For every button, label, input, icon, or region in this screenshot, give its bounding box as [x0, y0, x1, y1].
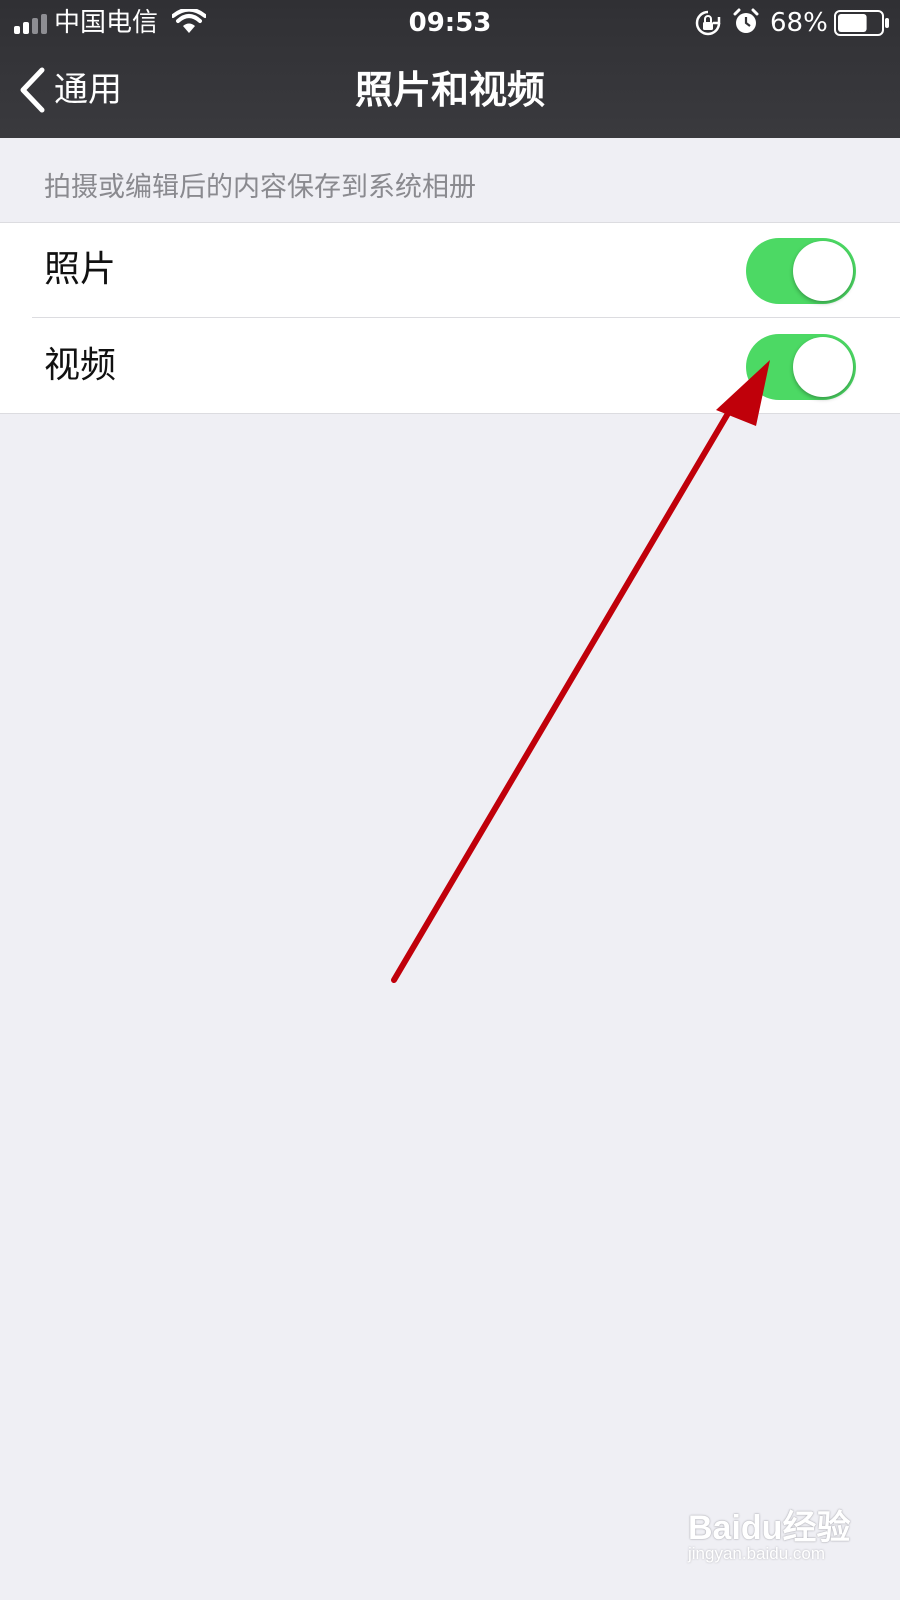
settings-row-photos: 照片: [0, 223, 900, 317]
battery-percent: 68%: [770, 8, 828, 38]
videos-toggle[interactable]: [746, 334, 856, 400]
row-divider: [32, 317, 900, 318]
photos-toggle[interactable]: [746, 238, 856, 304]
status-bar: 中国电信 09:53 68%: [0, 0, 900, 46]
rotation-lock-icon: [695, 10, 721, 36]
navigation-bar: 中国电信 09:53 68% 通用 照片和视频: [0, 0, 900, 138]
settings-group: 照片 视频: [0, 222, 900, 414]
videos-label: 视频: [44, 345, 117, 386]
settings-row-videos: 视频: [0, 319, 900, 413]
battery-icon: [834, 10, 889, 36]
watermark-url: jingyan.baidu.com: [688, 1544, 826, 1563]
toggle-knob: [793, 337, 853, 397]
watermark-logo: Baidu经验: [688, 1509, 851, 1547]
photos-label: 照片: [44, 249, 117, 290]
baidu-watermark: Baidu经验 jingyan.baidu.com: [688, 1500, 858, 1580]
toggle-knob: [793, 241, 853, 301]
alarm-icon: [733, 8, 759, 33]
page-title: 照片和视频: [354, 68, 545, 112]
status-clock: 09:53: [408, 8, 492, 38]
section-header: 拍摄或编辑后的内容保存到系统相册: [44, 172, 476, 203]
